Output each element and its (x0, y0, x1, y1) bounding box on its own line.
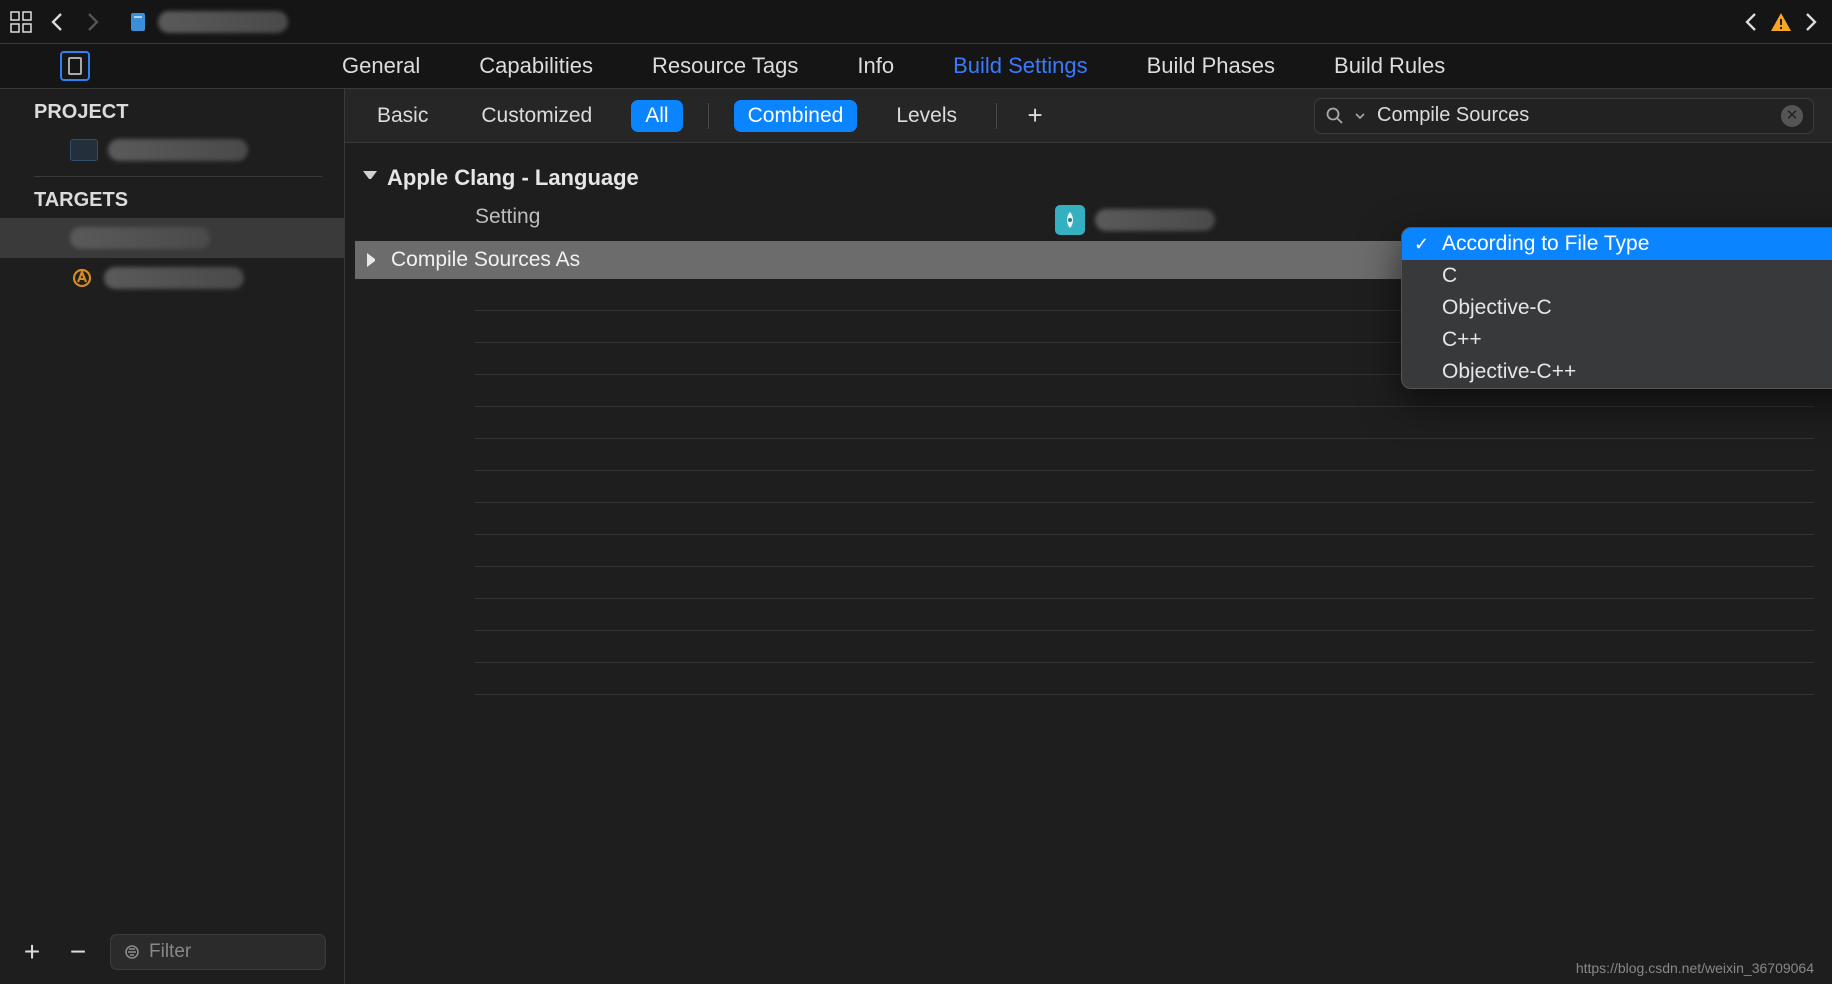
grid-line (475, 663, 1814, 695)
dropdown-option-objective-cpp[interactable]: Objective-C++ (1402, 356, 1832, 388)
filter-basic[interactable]: Basic (363, 100, 442, 132)
tab-resource-tags[interactable]: Resource Tags (650, 49, 800, 83)
target-row-2[interactable] (0, 258, 344, 298)
dropdown-option-c[interactable]: C (1402, 260, 1832, 292)
tab-capabilities[interactable]: Capabilities (477, 49, 595, 83)
target-row-1[interactable] (0, 218, 344, 258)
toolbar-separator (708, 103, 709, 129)
check-icon: ✓ (1414, 234, 1429, 255)
grid-line (475, 471, 1814, 503)
target-name-1-redacted (70, 227, 210, 249)
dropdown-option-label: Objective-C++ (1442, 360, 1576, 384)
tab-next-icon[interactable] (1800, 11, 1822, 33)
group-title: Apple Clang - Language (387, 165, 639, 191)
filter-placeholder: Filter (149, 941, 191, 963)
target-name-redacted (1095, 209, 1215, 231)
target-icon (1055, 205, 1085, 235)
grid-line (475, 503, 1814, 535)
tab-general[interactable]: General (340, 49, 422, 83)
grid-line (475, 567, 1814, 599)
project-breadcrumb[interactable] (128, 11, 288, 33)
project-file-icon (128, 11, 150, 33)
toolbar-separator (996, 103, 997, 129)
search-icon (1325, 106, 1345, 126)
setting-row-label: Compile Sources As (391, 248, 580, 272)
sidebar-project-header: PROJECT (0, 89, 344, 130)
editor-tab-bar: General Capabilities Resource Tags Info … (0, 44, 1832, 89)
watermark-url: https://blog.csdn.net/weixin_36709064 (1576, 960, 1814, 976)
dropdown-option-label: Objective-C (1442, 296, 1552, 320)
document-navigator-icon[interactable] (60, 51, 90, 81)
project-sidebar: PROJECT TARGETS + − Filter (0, 89, 345, 984)
project-name-redacted (158, 11, 288, 33)
project-row[interactable] (0, 130, 344, 170)
sidebar-targets-header: TARGETS (0, 177, 344, 218)
sidebar-footer: + − Filter (0, 920, 344, 984)
tab-prev-icon[interactable] (1740, 11, 1762, 33)
app-target-icon (70, 266, 94, 290)
add-target-button[interactable]: + (18, 936, 46, 968)
grid-line (475, 535, 1814, 567)
clear-search-button[interactable]: ✕ (1781, 105, 1803, 127)
dropdown-option-cpp[interactable]: C++ (1402, 324, 1832, 356)
target-name-2-redacted (104, 267, 244, 289)
settings-search-box[interactable]: ✕ (1314, 98, 1814, 134)
tab-build-rules[interactable]: Build Rules (1332, 49, 1447, 83)
grid-line (475, 631, 1814, 663)
dropdown-option-objective-c[interactable]: Objective-C (1402, 292, 1832, 324)
dropdown-option-label: According to File Type (1442, 232, 1649, 256)
filter-customized[interactable]: Customized (467, 100, 606, 132)
dropdown-option-according-to-file-type[interactable]: ✓ According to File Type (1402, 228, 1832, 260)
column-value-header (1055, 205, 1215, 235)
dropdown-option-label: C++ (1442, 328, 1482, 352)
compile-sources-as-dropdown: ✓ According to File Type C Objective-C C… (1401, 227, 1832, 389)
disclosure-triangle-icon[interactable] (367, 253, 381, 267)
tab-build-settings[interactable]: Build Settings (951, 49, 1090, 83)
sidebar-filter-input[interactable]: Filter (110, 934, 326, 970)
warning-icon[interactable] (1770, 11, 1792, 33)
settings-group-header[interactable]: Apple Clang - Language (355, 157, 1822, 199)
filter-icon (123, 943, 141, 961)
chevron-down-icon[interactable] (1355, 111, 1365, 121)
remove-target-button[interactable]: − (64, 936, 92, 968)
filter-all[interactable]: All (631, 100, 682, 132)
column-setting-header: Setting (475, 205, 1055, 235)
tab-info[interactable]: Info (855, 49, 896, 83)
grid-line (475, 439, 1814, 471)
tab-build-phases[interactable]: Build Phases (1145, 49, 1277, 83)
settings-search-input[interactable] (1375, 103, 1771, 128)
settings-content: Basic Customized All Combined Levels + ✕… (345, 89, 1832, 984)
top-toolbar (0, 0, 1832, 44)
disclosure-triangle-icon[interactable] (363, 171, 377, 185)
library-icon[interactable] (10, 11, 32, 33)
filter-levels[interactable]: Levels (882, 100, 971, 132)
nav-back-icon[interactable] (46, 11, 68, 33)
grid-line (475, 407, 1814, 439)
dropdown-option-label: C (1442, 264, 1457, 288)
build-settings-filter-toolbar: Basic Customized All Combined Levels + ✕ (345, 89, 1832, 143)
nav-forward-icon (82, 11, 104, 33)
grid-line (475, 599, 1814, 631)
add-setting-button[interactable]: + (1022, 100, 1048, 131)
project-icon (70, 139, 98, 161)
filter-combined[interactable]: Combined (734, 100, 858, 132)
project-name-redacted (108, 139, 248, 161)
